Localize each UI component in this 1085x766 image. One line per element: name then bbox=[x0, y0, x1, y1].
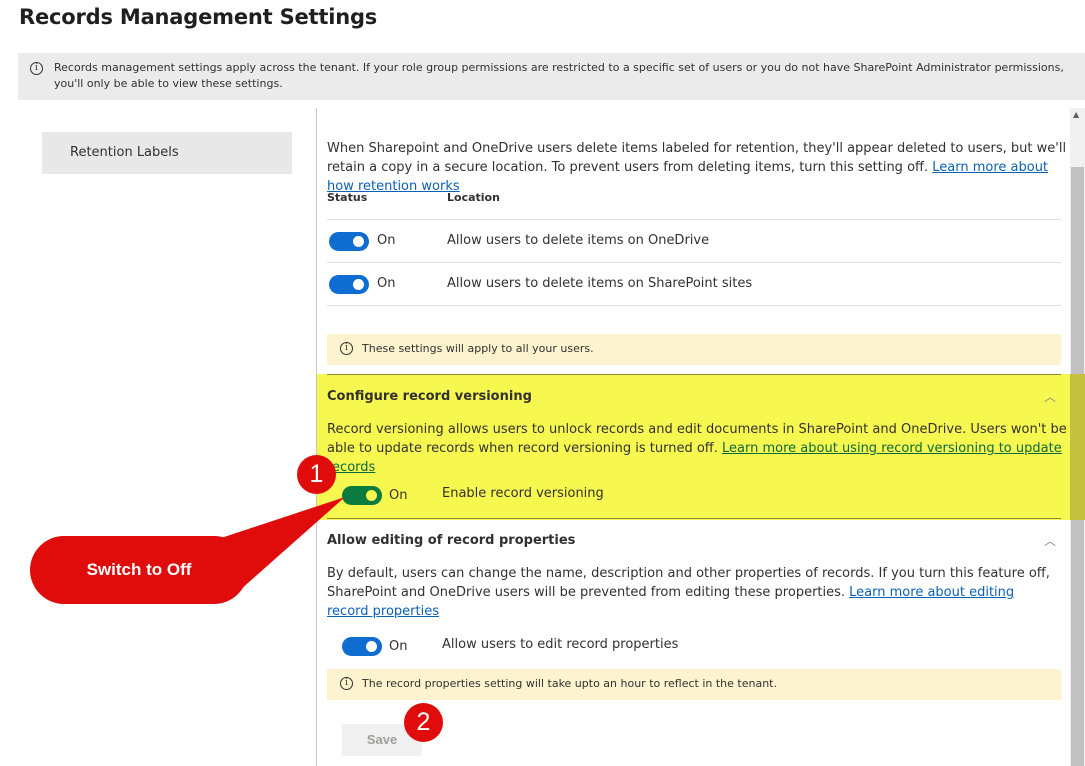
step-badge-2: 2 bbox=[404, 703, 443, 742]
callout-text: Switch to Off bbox=[86, 560, 192, 579]
callout-pointer bbox=[30, 497, 345, 604]
step-badge-1: 1 bbox=[297, 455, 336, 494]
